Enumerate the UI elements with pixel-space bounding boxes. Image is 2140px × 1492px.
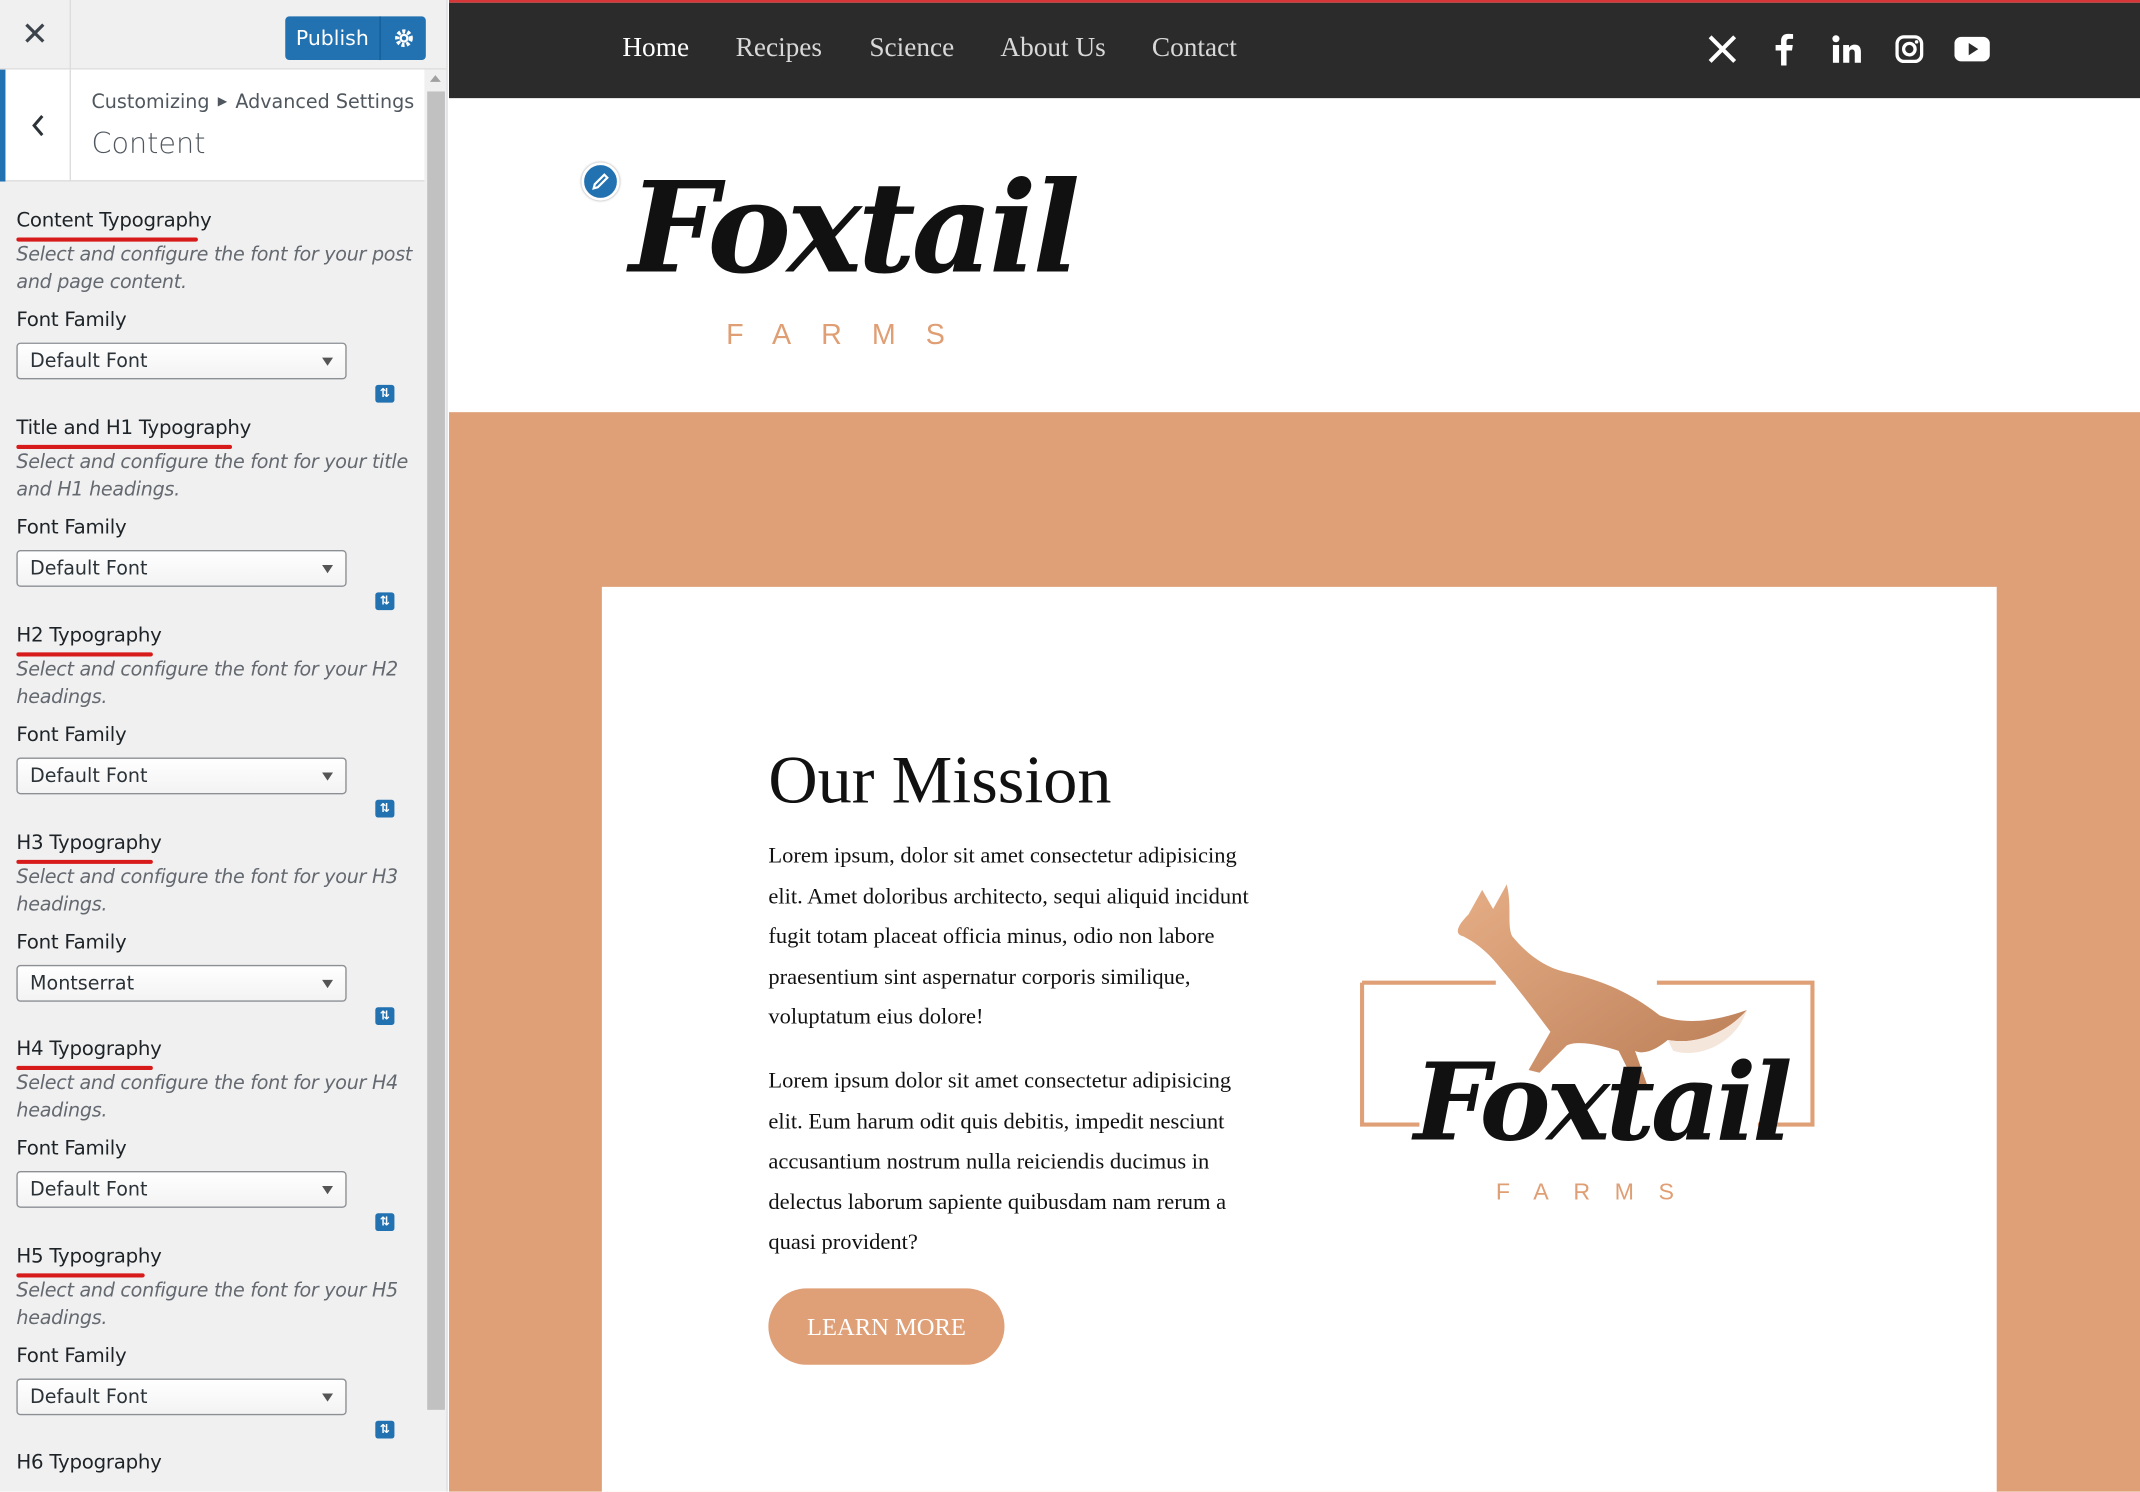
control-h4-typography: H4 Typography Select and configure the f… xyxy=(16,1037,412,1232)
chevron-left-icon xyxy=(31,115,43,137)
nav-home[interactable]: Home xyxy=(622,33,689,64)
x-icon[interactable] xyxy=(1703,30,1741,68)
responsive-toggle-icon[interactable]: ⇅ xyxy=(375,1420,395,1439)
font-family-label: Font Family xyxy=(16,932,127,954)
responsive-toggle-icon[interactable]: ⇅ xyxy=(375,1213,395,1232)
fox-logo-wordmark: Foxtail xyxy=(1413,1041,1793,1166)
control-description: Select and configure the font for your H… xyxy=(16,1072,398,1122)
red-underline xyxy=(16,444,233,450)
scrollbar-thumb[interactable] xyxy=(427,91,445,1410)
font-family-select[interactable]: Default Font xyxy=(16,550,347,587)
font-family-label: Font Family xyxy=(16,1138,127,1161)
mission-section-background: Our Mission Lorem ipsum, dolor sit amet … xyxy=(449,412,2140,1492)
fox-logo-subtitle: FARMS xyxy=(1495,1179,1699,1206)
font-family-select[interactable]: Default Font xyxy=(16,1378,347,1416)
learn-more-button[interactable]: LEARN MORE xyxy=(768,1288,1005,1365)
site-navigation: Home Recipes Science About Us Contact xyxy=(449,2,2140,99)
nav-contact[interactable]: Contact xyxy=(1152,33,1237,64)
font-family-select[interactable]: Default Font xyxy=(16,342,347,380)
control-description: Select and configure the font for your H… xyxy=(16,659,398,709)
linkedin-icon[interactable] xyxy=(1827,30,1865,68)
control-title: H2 Typography xyxy=(16,625,162,657)
red-underline xyxy=(16,237,198,242)
breadcrumb: Customizing ▶ Advanced Settings xyxy=(91,91,414,113)
site-header-logo-area: Foxtail FARMS xyxy=(449,98,2140,413)
control-title: H5 Typography xyxy=(16,1246,162,1278)
dropdown-arrow-icon xyxy=(322,979,334,989)
site-logo-wordmark[interactable]: Foxtail xyxy=(629,153,1080,303)
dropdown-arrow-icon xyxy=(322,565,334,574)
mission-card: Our Mission Lorem ipsum, dolor sit amet … xyxy=(601,586,1997,1492)
control-h2-typography: H2 Typography Select and configure the f… xyxy=(16,624,412,818)
responsive-toggle-icon[interactable]: ⇅ xyxy=(375,592,395,611)
mission-paragraph-2: Lorem ipsum dolor sit amet consectetur a… xyxy=(768,1067,1232,1255)
red-underline xyxy=(16,652,153,657)
customizer-panel: ✕ Publish Customizing ▶ Advanced Settings … xyxy=(0,0,448,1492)
nav-recipes[interactable]: Recipes xyxy=(736,33,822,64)
facebook-icon[interactable] xyxy=(1765,30,1803,68)
red-underline xyxy=(16,1065,153,1071)
publish-group: Publish xyxy=(285,16,426,61)
fox-logo-image: Foxtail FARMS xyxy=(1359,879,1816,1220)
font-family-select[interactable]: Default Font xyxy=(16,757,347,795)
publish-settings-gear-button[interactable] xyxy=(381,16,426,60)
control-title: Content Typography xyxy=(16,210,212,242)
control-title: H6 Typography xyxy=(16,1452,162,1474)
control-h6-typography: H6 Typography xyxy=(16,1451,412,1476)
font-family-label: Font Family xyxy=(16,309,127,332)
mission-heading: Our Mission xyxy=(768,741,1112,818)
mission-paragraph-1: Lorem ipsum, dolor sit amet consectetur … xyxy=(768,842,1249,1030)
section-header: Customizing ▶ Advanced Settings Content xyxy=(0,69,425,182)
section-title: Content xyxy=(91,126,206,160)
font-family-label: Font Family xyxy=(16,724,127,747)
control-title: H3 Typography xyxy=(16,833,162,864)
gear-icon xyxy=(394,29,413,48)
control-description: Select and configure the font for your t… xyxy=(16,451,408,501)
publish-button[interactable]: Publish xyxy=(285,16,381,61)
scroll-up-arrow-icon[interactable] xyxy=(429,75,441,82)
edit-shortcut-pencil-icon[interactable] xyxy=(581,162,620,201)
responsive-toggle-icon[interactable]: ⇅ xyxy=(375,384,395,403)
control-title: Title and H1 Typography xyxy=(16,418,251,450)
dropdown-arrow-icon xyxy=(322,1186,334,1195)
breadcrumb-item: Customizing xyxy=(91,91,210,114)
control-description: Select and configure the font for your H… xyxy=(16,1280,398,1330)
nav-about-us[interactable]: About Us xyxy=(1000,33,1105,64)
site-preview: Home Recipes Science About Us Contact Fo… xyxy=(449,0,2140,1492)
breadcrumb-separator-icon: ▶ xyxy=(217,95,228,110)
responsive-toggle-icon[interactable]: ⇅ xyxy=(375,799,395,818)
responsive-toggle-icon[interactable]: ⇅ xyxy=(375,1007,395,1025)
youtube-icon[interactable] xyxy=(1953,30,1991,68)
control-content-typography: Content Typography Select and configure … xyxy=(16,209,413,403)
control-description: Select and configure the font for your p… xyxy=(16,244,413,294)
back-button[interactable] xyxy=(0,69,71,182)
control-h3-typography: H3 Typography Select and configure the f… xyxy=(16,831,412,1025)
control-h5-typography: H5 Typography Select and configure the f… xyxy=(16,1245,412,1439)
dropdown-arrow-icon xyxy=(322,772,334,781)
nav-science[interactable]: Science xyxy=(869,33,954,64)
control-title: H4 Typography xyxy=(16,1039,162,1071)
red-underline xyxy=(16,859,153,864)
font-family-select[interactable]: Default Font xyxy=(16,1170,347,1208)
panel-header: ✕ Publish xyxy=(0,0,447,70)
close-customizer-button[interactable]: ✕ xyxy=(0,0,71,70)
breadcrumb-item: Advanced Settings xyxy=(235,91,415,114)
font-family-label: Font Family xyxy=(16,517,127,540)
control-description: Select and configure the font for your H… xyxy=(16,866,398,916)
dropdown-arrow-icon xyxy=(322,357,334,366)
control-title-h1-typography: Title and H1 Typography Select and confi… xyxy=(16,416,412,611)
red-underline xyxy=(16,1273,145,1278)
site-logo-subtitle: FARMS xyxy=(726,319,975,351)
dropdown-arrow-icon xyxy=(322,1393,334,1402)
font-family-select[interactable]: Montserrat xyxy=(16,964,347,1002)
close-icon: ✕ xyxy=(21,16,49,54)
instagram-icon[interactable] xyxy=(1890,30,1928,68)
font-family-label: Font Family xyxy=(16,1345,127,1368)
panel-scrollbar[interactable] xyxy=(424,69,447,1492)
